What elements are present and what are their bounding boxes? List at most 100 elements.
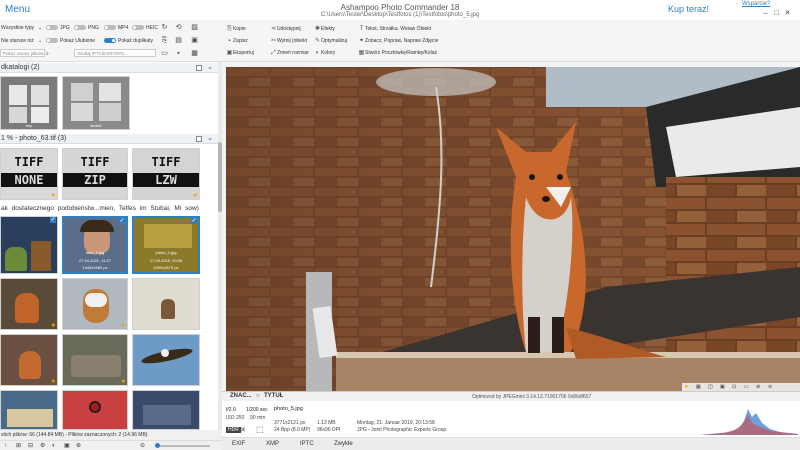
- fox-thumbnail[interactable]: ★: [0, 334, 58, 386]
- zoom-slider-knob[interactable]: [155, 443, 160, 448]
- cat-thumbnail[interactable]: [132, 278, 200, 330]
- group-header-similar[interactable]: ak dostatecznego podobieństw...mien, Tel…: [0, 204, 218, 214]
- ladybug-thumbnail[interactable]: [62, 390, 128, 430]
- save-icon[interactable]: ▪: [174, 49, 183, 58]
- zoom-slider[interactable]: [160, 445, 210, 447]
- frame-icon[interactable]: ▣: [64, 441, 70, 450]
- share-button[interactable]: ⋖Udostępnij: [270, 25, 301, 33]
- image-icon[interactable]: ▨: [190, 23, 199, 32]
- tab-exif[interactable]: EXIF: [232, 441, 245, 447]
- filename-search-input[interactable]: Pokaż nazwy plików...: [0, 49, 45, 57]
- frame-icon[interactable]: ▣: [720, 383, 725, 391]
- refresh-icon[interactable]: ↻: [160, 23, 169, 32]
- resize-button[interactable]: ⤢Zmień rozmiar: [270, 49, 309, 57]
- export-icon[interactable]: ▣: [190, 36, 199, 45]
- tab-title[interactable]: TYTUŁ: [264, 393, 283, 399]
- zoom-icon[interactable]: ⊕: [756, 383, 760, 391]
- radio-icon[interactable]: ○: [256, 393, 260, 399]
- check-icon[interactable]: ✓: [119, 218, 125, 224]
- heic-toggle[interactable]: [132, 25, 144, 30]
- tab-iptc[interactable]: IPTC: [300, 441, 314, 447]
- group-header-subfolders[interactable]: dkatalogi (2) ⌄: [0, 63, 218, 73]
- folder-icon[interactable]: ▭: [160, 49, 169, 58]
- effects-button[interactable]: ✺Efekty: [314, 25, 335, 33]
- text-arrow-button[interactable]: T Tekst, Strzałka, Wstaw Obiekt: [358, 25, 431, 33]
- grid-icon[interactable]: ▦: [696, 383, 701, 391]
- jpg-toggle[interactable]: [46, 25, 58, 30]
- save-button[interactable]: ▪ Zapisz: [226, 37, 247, 45]
- tiff-thumbnail[interactable]: TIFF NONE ★: [0, 148, 58, 200]
- date-filter-dropdown[interactable]: Nie starsze niż: [1, 38, 34, 44]
- chevron-down-icon[interactable]: ⌄: [207, 63, 213, 73]
- up-icon[interactable]: ↑: [4, 441, 7, 450]
- minimize-button[interactable]: –: [760, 10, 771, 17]
- search-icon[interactable]: ⌕: [46, 51, 49, 57]
- tab-general[interactable]: Zwykłe: [334, 441, 353, 447]
- check-icon[interactable]: ✓: [50, 217, 56, 223]
- photo-thumbnail-selected[interactable]: face_1.jpg 27.04.2021, 11:27 1440x1960 p…: [62, 216, 128, 274]
- screen-icon[interactable]: ▭: [744, 383, 749, 391]
- rotate-icon[interactable]: ⟲: [174, 23, 183, 32]
- copy-icon[interactable]: ⎘: [160, 36, 169, 45]
- photo-thumbnail[interactable]: [0, 390, 58, 430]
- duplicates-toggle[interactable]: [104, 38, 116, 43]
- png-toggle[interactable]: [74, 25, 86, 30]
- support-link[interactable]: Wsparcie?: [742, 1, 770, 7]
- fix-photo-button[interactable]: ✦Zobacz, Popraw, Napraw Zdjęcie: [358, 37, 438, 45]
- tab-xmp[interactable]: XMP: [266, 441, 279, 447]
- scrollbar-thumb[interactable]: [218, 142, 222, 212]
- favorites-toggle[interactable]: [46, 38, 58, 43]
- compare-icon[interactable]: ◫: [708, 383, 713, 391]
- chevron-down-icon[interactable]: ⌄: [38, 25, 42, 31]
- image-viewer[interactable]: [226, 67, 800, 391]
- check-icon[interactable]: ✓: [191, 218, 197, 224]
- colors-button[interactable]: ◐ Kolory: [314, 49, 336, 57]
- shutter-value: 1/200 sec: [246, 407, 268, 413]
- star-icon[interactable]: ★: [684, 383, 688, 391]
- export-button[interactable]: ▣Eksportuj: [226, 49, 254, 57]
- mp4-toggle[interactable]: [104, 25, 116, 30]
- export-icon: ▣: [226, 50, 233, 56]
- folder-thumbnail[interactable]: tmp: [0, 76, 58, 130]
- bird-thumbnail[interactable]: ★: [62, 334, 128, 386]
- file-type-dropdown[interactable]: Wszystkie typy: [1, 25, 34, 31]
- tab-tags[interactable]: ZNAC...: [230, 393, 252, 399]
- folder-thumbnail[interactable]: similar: [62, 76, 130, 130]
- print-icon[interactable]: ▦: [190, 49, 199, 58]
- fox-thumbnail[interactable]: ★: [0, 278, 58, 330]
- cut-object-button[interactable]: ✂Wytnij (obiekt: [270, 37, 307, 45]
- list-icon[interactable]: ⊟: [28, 441, 33, 450]
- buy-now-link[interactable]: Kup teraz!: [668, 4, 709, 14]
- chevron-down-icon[interactable]: ⌄: [38, 38, 42, 44]
- photo-thumbnail[interactable]: [132, 390, 200, 430]
- zoom-out-icon[interactable]: ⊖: [768, 383, 772, 391]
- paste-icon[interactable]: ▤: [174, 36, 183, 45]
- group-checkbox[interactable]: [196, 65, 202, 71]
- photo-thumbnail-selected[interactable]: photo_1.jpg 17.09.2019, 20:08 4000x2670 …: [132, 216, 200, 274]
- maximize-button[interactable]: □: [771, 10, 782, 17]
- chevron-down-icon[interactable]: ⌄: [207, 134, 213, 144]
- grid-icon[interactable]: ⊞: [16, 441, 21, 450]
- owl-thumbnail[interactable]: ★: [62, 278, 128, 330]
- contrast-icon[interactable]: ◐: [52, 441, 56, 450]
- create-postcard-button[interactable]: ▦Stwórz Pocztówkę/Ramkę/Kolaż: [358, 49, 437, 57]
- group-checkbox[interactable]: [196, 136, 202, 142]
- close-button[interactable]: ✕: [782, 9, 793, 17]
- zoom-in-icon[interactable]: ⊕: [76, 441, 81, 450]
- eagle-thumbnail[interactable]: [132, 334, 200, 386]
- copies-button[interactable]: ⎘Kopie: [226, 25, 246, 33]
- zoom-out-icon[interactable]: ⊖: [140, 441, 145, 450]
- fit-icon[interactable]: ⊡: [732, 383, 736, 391]
- metadata-search-input[interactable]: Szukaj IPTC/EXIF/GPS...: [74, 49, 156, 57]
- tiff-thumbnail[interactable]: TIFF ZIP: [62, 148, 128, 200]
- close-icon[interactable]: ✕: [240, 426, 246, 434]
- group-header-photo63[interactable]: 1 % - photo_63.tif (3) ⌄: [0, 134, 218, 144]
- histogram: [700, 409, 798, 435]
- tiff-thumbnail[interactable]: TIFF LZW ★: [132, 148, 200, 200]
- heic-label: HEIC: [146, 25, 158, 31]
- thumbnail-scrollbar[interactable]: [218, 62, 222, 430]
- photo-thumbnail[interactable]: ✓: [0, 216, 58, 274]
- settings-icon[interactable]: ⚙: [40, 441, 45, 450]
- frame-icon[interactable]: ⬚: [256, 425, 264, 434]
- optimize-button[interactable]: ✎Optymalizuj: [314, 37, 347, 45]
